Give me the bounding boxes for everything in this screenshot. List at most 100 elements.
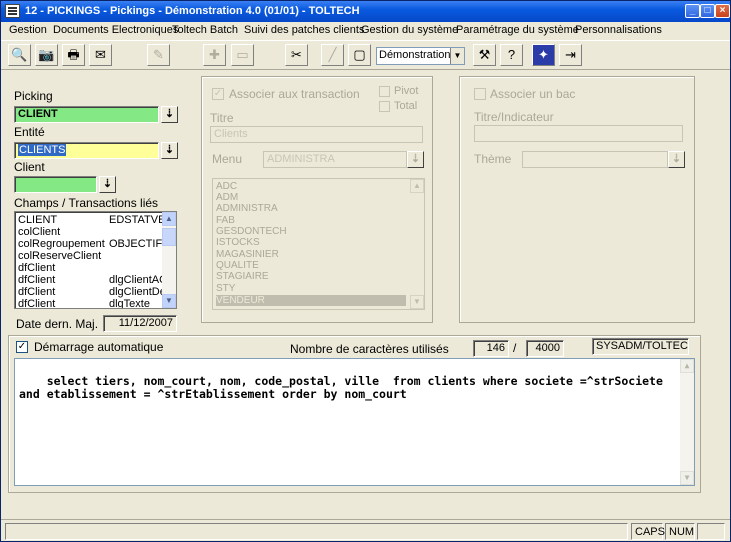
help-icon[interactable]: ?	[500, 44, 523, 66]
user-value: SYSADM/TOLTECH	[596, 340, 689, 352]
menu-gestion-systeme[interactable]: Gestion du système	[361, 24, 458, 36]
delete-icon[interactable]: ▭	[231, 44, 254, 66]
client-label: Client	[14, 160, 45, 174]
wand-icon[interactable]: ✦	[532, 44, 555, 66]
menu-list[interactable]: ADC ADM ADMINISTRA FAB GESDONTECH ISTOCK…	[212, 178, 425, 310]
cut-icon[interactable]: ✂	[285, 44, 308, 66]
client-field[interactable]	[14, 176, 97, 193]
demarrage-label: Démarrage automatique	[34, 340, 164, 354]
new-document-icon[interactable]: ▢	[348, 44, 371, 66]
sql-editor[interactable]: select tiers, nom_court, nom, code_posta…	[14, 358, 695, 486]
list-item[interactable]: ADM	[216, 192, 406, 203]
titre-indicateur-field[interactable]	[474, 125, 683, 142]
list-item[interactable]: colReserveClient	[18, 251, 163, 262]
associer-bac-checkbox[interactable]	[474, 88, 486, 100]
list-item[interactable]: dfClient	[18, 263, 163, 274]
menu-value: ADMINISTRA	[267, 153, 335, 165]
picking-field[interactable]: CLIENT	[14, 106, 159, 123]
champs-scrollbar[interactable]: ▲ ▼	[162, 212, 176, 308]
caps-indicator: CAPS	[631, 523, 665, 540]
camera-icon[interactable]: 📷	[35, 44, 58, 66]
list-item[interactable]: colRegroupement OBJECTIFS	[18, 239, 170, 250]
client-dropdown-icon[interactable]: ⇣	[99, 176, 116, 193]
menu-toltech-batch[interactable]: Toltech Batch	[172, 24, 238, 36]
search-icon[interactable]: 🔍	[8, 44, 31, 66]
exit-icon[interactable]: ⇥	[559, 44, 582, 66]
tools-icon[interactable]: ⚒	[473, 44, 496, 66]
menu-field[interactable]: ADMINISTRA	[263, 151, 407, 168]
scroll-up-icon[interactable]: ▲	[680, 359, 694, 373]
environment-value: Démonstration 4	[379, 49, 460, 61]
menu-documents-electroniques[interactable]: Documents Electroniques	[53, 24, 178, 36]
champs-list[interactable]: CLIENT EDSTATVE colClient colRegroupement…	[14, 211, 177, 309]
list-item[interactable]: ADMINISTRA	[216, 203, 406, 214]
user-field: SYSADM/TOLTECH	[592, 338, 689, 355]
list-item[interactable]: dfClient dlgTexte	[18, 299, 163, 309]
toolbar: 🔍 📷 🖶 ✉ ✎ ✚ ▭ ✂ ╱ ▢ Démonstration 4 ▼ ⚒ …	[1, 40, 730, 70]
date-label: Date dern. Maj.	[16, 317, 99, 331]
scroll-down-icon[interactable]: ▼	[162, 294, 176, 308]
edit-icon[interactable]: ✎	[147, 44, 170, 66]
list-item[interactable]: dfClient dlgClientAO	[18, 275, 168, 286]
nb-separator: /	[513, 341, 517, 355]
add-icon[interactable]: ✚	[203, 44, 226, 66]
list-item[interactable]: QUALITE	[216, 260, 406, 271]
demarrage-checkbox[interactable]: ✓	[16, 341, 28, 353]
entite-value: CLIENTS	[18, 144, 67, 156]
scroll-up-icon[interactable]: ▲	[410, 179, 424, 193]
main-window: 12 - PICKINGS - Pickings - Démonstration…	[0, 0, 731, 542]
scroll-up-icon[interactable]: ▲	[162, 212, 176, 226]
pivot-label: Pivot	[394, 85, 419, 97]
pencil-icon[interactable]: ╱	[321, 44, 344, 66]
maximize-button[interactable]: □	[700, 4, 715, 18]
associer-transaction-checkbox[interactable]: ✓	[212, 88, 224, 100]
menu-label: Menu	[212, 152, 243, 166]
close-button[interactable]: ×	[715, 4, 730, 18]
print-icon[interactable]: 🖶	[62, 44, 85, 66]
menu-personnalisations[interactable]: Personnalisations	[575, 24, 662, 36]
menu-parametrage-systeme[interactable]: Paramétrage du système	[456, 24, 579, 36]
list-item[interactable]: GESDONTECH	[216, 226, 406, 237]
list-item[interactable]: MAGASINIER	[216, 249, 406, 260]
nb-used-field: 146	[473, 340, 509, 357]
list-item[interactable]: STY	[216, 283, 406, 294]
menu-gestion[interactable]: Gestion	[9, 24, 47, 36]
scroll-down-icon[interactable]: ▼	[410, 295, 424, 309]
scroll-down-icon[interactable]: ▼	[680, 471, 694, 485]
theme-field[interactable]	[522, 151, 668, 168]
environment-select[interactable]: Démonstration 4 ▼	[376, 47, 465, 65]
list-item[interactable]: dfClient dlgClientDev	[18, 286, 171, 298]
status-extra-panel	[697, 523, 725, 540]
chevron-down-icon[interactable]: ▼	[450, 48, 464, 64]
menu-list-scrollbar[interactable]: ▲ ▼	[410, 179, 424, 309]
list-item-col1: CLIENT	[18, 214, 58, 226]
picking-dropdown-icon[interactable]: ⇣	[161, 106, 178, 123]
list-item[interactable]: ISTOCKS	[216, 237, 406, 248]
list-item-selected[interactable]: VENDEUR	[216, 295, 406, 306]
entite-dropdown-icon[interactable]: ⇣	[161, 142, 178, 159]
status-bar: CAPS NUM	[1, 519, 730, 541]
scroll-thumb[interactable]	[162, 228, 176, 246]
list-item-col1: colClient	[18, 226, 61, 238]
total-checkbox[interactable]	[379, 101, 390, 112]
app-icon[interactable]	[5, 4, 20, 18]
entite-field[interactable]: CLIENTS	[14, 142, 159, 159]
theme-dropdown-icon[interactable]: ⇣	[668, 151, 685, 168]
minimize-button[interactable]: _	[685, 4, 700, 18]
menu-dropdown-icon[interactable]: ⇣	[407, 151, 424, 168]
list-item[interactable]: colClient	[18, 227, 163, 238]
titre-field[interactable]: Clients	[210, 126, 423, 143]
titre-value: Clients	[214, 128, 248, 140]
list-item[interactable]: STAGIAIRE	[216, 271, 406, 282]
sql-scrollbar[interactable]: ▲ ▼	[680, 359, 694, 485]
mail-icon[interactable]: ✉	[89, 44, 112, 66]
entite-label: Entité	[14, 125, 45, 139]
list-item[interactable]: FAB	[216, 215, 406, 226]
menu-suivi-patches[interactable]: Suivi des patches clients	[244, 24, 364, 36]
pivot-checkbox[interactable]	[379, 86, 390, 97]
list-item[interactable]: CLIENT EDSTATVE	[18, 214, 165, 226]
list-item-col1: dfClient	[18, 262, 56, 274]
titre-label: Titre	[210, 111, 234, 125]
list-item[interactable]: ADC	[216, 181, 406, 192]
list-item-col1: dfClient	[18, 286, 56, 298]
